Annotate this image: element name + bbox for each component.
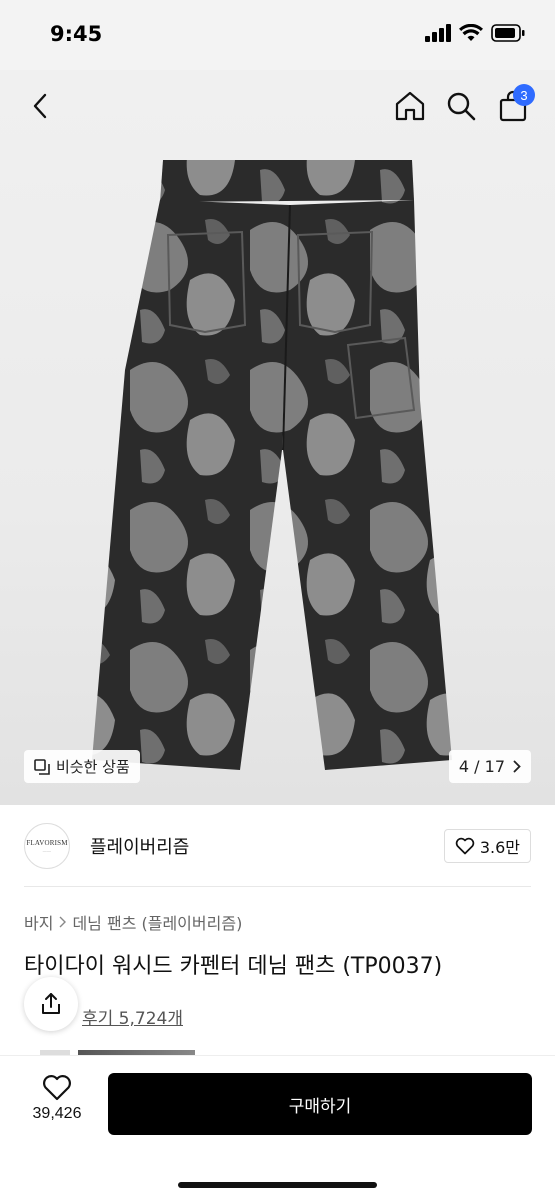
wifi-icon: [459, 24, 483, 41]
chevron-left-icon: [33, 93, 47, 119]
brand-like-button[interactable]: 3.6만: [443, 829, 531, 863]
similar-products-button[interactable]: 비슷한 상품: [24, 750, 140, 783]
review-count-link[interactable]: 후기 5,724개: [82, 1004, 183, 1029]
back-button[interactable]: [20, 86, 60, 126]
status-icons: [425, 24, 525, 42]
buy-button[interactable]: 구매하기: [108, 1073, 532, 1135]
brand-logo-text: FLAVORISM: [26, 839, 68, 847]
denim-pants-image: [92, 160, 452, 770]
search-button[interactable]: [441, 86, 481, 126]
chevron-right-icon: [59, 916, 67, 928]
product-image[interactable]: [0, 70, 555, 805]
breadcrumb: 바지 데님 팬츠 (플레이버리즘): [24, 910, 242, 934]
cart-button[interactable]: 3: [493, 84, 535, 126]
battery-icon: [491, 24, 525, 42]
brand-logo-underline: ——: [42, 848, 52, 853]
heart-icon: [43, 1075, 71, 1101]
favorite-button[interactable]: 39,426: [22, 1074, 92, 1123]
page-indicator-text: 4 / 17: [458, 757, 505, 776]
brand-name[interactable]: 플레이버리즘: [90, 833, 189, 859]
brand-logo[interactable]: FLAVORISM ——: [24, 823, 70, 869]
image-page-indicator[interactable]: 4 / 17: [448, 750, 531, 783]
breadcrumb-subcategory[interactable]: 데님 팬츠 (플레이버리즘): [72, 910, 242, 934]
top-nav: 3: [0, 70, 555, 140]
share-icon: [42, 993, 60, 1014]
heart-icon: [455, 837, 475, 855]
breadcrumb-category[interactable]: 바지: [24, 910, 53, 934]
chevron-right-icon: [513, 760, 521, 773]
favorite-count: 39,426: [32, 1105, 82, 1122]
divider: [24, 886, 531, 887]
similar-products-label: 비슷한 상품: [56, 758, 130, 776]
status-bar: 9:45: [0, 0, 555, 70]
cart-count-badge: 3: [513, 84, 535, 106]
share-button[interactable]: [24, 977, 78, 1031]
status-time: 9:45: [50, 22, 103, 46]
search-icon: [447, 92, 476, 121]
home-indicator: [178, 1182, 377, 1188]
signal-icon: [425, 24, 451, 42]
product-title: 타이다이 워시드 카펜터 데님 팬츠 (TP0037): [24, 954, 443, 979]
home-button[interactable]: [390, 86, 430, 126]
brand-like-count: 3.6만: [479, 838, 520, 857]
copy-icon: [34, 758, 50, 775]
brand-row[interactable]: FLAVORISM —— 플레이버리즘 3.6만: [24, 820, 531, 872]
bottom-action-bar: 39,426 구매하기: [0, 1055, 555, 1200]
home-icon: [395, 91, 425, 121]
